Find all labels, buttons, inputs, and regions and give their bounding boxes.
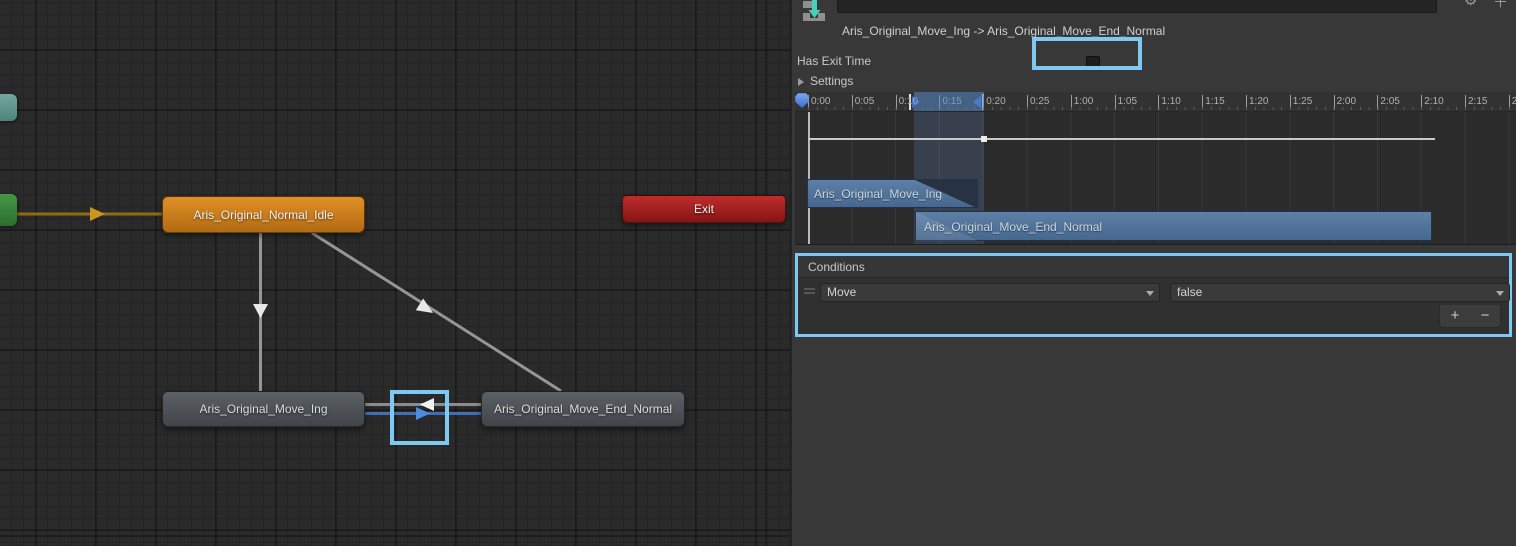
chevron-down-icon <box>1496 291 1504 296</box>
state-node-move-ing[interactable]: Aris_Original_Move_Ing <box>162 391 365 427</box>
ruler-tick: 0:20 <box>983 95 1005 110</box>
ruler-tick: 2:00 <box>1334 95 1356 110</box>
has-exit-time-highlight-box <box>1032 37 1142 70</box>
chevron-down-icon <box>1146 291 1154 296</box>
any-state-node-partial[interactable] <box>0 94 17 121</box>
conditions-header: Conditions <box>798 256 1509 278</box>
state-label: Aris_Original_Move_End_Normal <box>494 402 672 416</box>
condition-value: false <box>1177 285 1202 299</box>
transition-title: Aris_Original_Move_Ing -> Aris_Original_… <box>842 24 1165 38</box>
add-condition-button[interactable]: + <box>1451 306 1460 326</box>
has-exit-time-label: Has Exit Time <box>797 54 871 68</box>
conditions-list-footer: + − <box>1439 305 1501 328</box>
state-node-normal-idle[interactable]: Aris_Original_Normal_Idle <box>162 196 365 233</box>
condition-parameter-dropdown[interactable]: Move <box>820 283 1160 302</box>
plus-icon[interactable]: ＋ <box>1493 0 1508 12</box>
state-label: Exit <box>694 202 714 216</box>
transition-icon <box>802 0 826 26</box>
ruler-tick: 1:15 <box>1202 95 1224 110</box>
state-node-exit[interactable]: Exit <box>622 195 786 223</box>
ruler-tick: 1:05 <box>1115 95 1137 110</box>
playhead-pin[interactable] <box>795 93 809 108</box>
name-field-inset[interactable] <box>837 0 1437 13</box>
ruler-tick: 2:10 <box>1421 95 1443 110</box>
ruler-tick: 1:00 <box>1071 95 1093 110</box>
settings-foldout-arrow-icon[interactable] <box>798 78 804 86</box>
ruler-tick: 1:25 <box>1290 95 1312 110</box>
edge-idle-to-moveend[interactable] <box>312 233 561 391</box>
state-label: Aris_Original_Normal_Idle <box>193 208 333 222</box>
ruler-tick: 0:00 <box>808 95 830 110</box>
conditions-panel: Conditions Move false + − <box>795 253 1512 337</box>
ruler-tick: 2:2 <box>1509 95 1516 110</box>
ruler-tick: 0:05 <box>852 95 874 110</box>
edge-entry-to-idle[interactable] <box>17 207 162 221</box>
transition-edges <box>0 0 790 546</box>
state-label: Aris_Original_Move_Ing <box>199 402 327 416</box>
transition-inspector: ⚙ ＋ Aris_Original_Move_Ing -> Aris_Origi… <box>790 0 1516 546</box>
duration-end-handle[interactable] <box>981 136 987 142</box>
timeline-bar-move-end-normal[interactable]: Aris_Original_Move_End_Normal <box>915 211 1432 241</box>
bar-label: Aris_Original_Move_Ing <box>814 187 942 201</box>
ruler-tick: 2:15 <box>1465 95 1487 110</box>
edge-idle-to-moveing[interactable] <box>253 233 268 391</box>
condition-value-dropdown[interactable]: false <box>1170 283 1510 302</box>
ruler-tick: 1:20 <box>1246 95 1268 110</box>
entry-node-partial[interactable] <box>0 194 17 226</box>
state-node-move-end-normal[interactable]: Aris_Original_Move_End_Normal <box>481 391 685 427</box>
ruler-tick: 0:25 <box>1027 95 1049 110</box>
transition-timeline[interactable]: 0:000:050:100:150:200:251:001:051:101:15… <box>795 92 1516 245</box>
remove-condition-button[interactable]: − <box>1481 306 1490 326</box>
transition-range-band[interactable] <box>914 92 984 112</box>
ruler-tick: 1:10 <box>1158 95 1180 110</box>
timeline-bar-move-ing[interactable]: Aris_Original_Move_Ing <box>807 179 978 208</box>
duration-line[interactable] <box>808 138 1435 140</box>
animator-graph-canvas[interactable]: Aris_Original_Normal_Idle Exit Aris_Orig… <box>0 0 790 546</box>
settings-foldout[interactable]: Settings <box>810 74 853 88</box>
ruler-tick: 2:05 <box>1377 95 1399 110</box>
gear-icon[interactable]: ⚙ <box>1464 0 1477 9</box>
condition-parameter-value: Move <box>827 285 856 299</box>
condition-drag-handle-icon[interactable] <box>804 288 815 294</box>
timeline-body[interactable]: Aris_Original_Move_Ing Aris_Original_Mov… <box>795 112 1516 245</box>
transition-highlight-box <box>390 390 449 445</box>
timeline-ruler[interactable]: 0:000:050:100:150:200:251:001:051:101:15… <box>795 92 1516 112</box>
